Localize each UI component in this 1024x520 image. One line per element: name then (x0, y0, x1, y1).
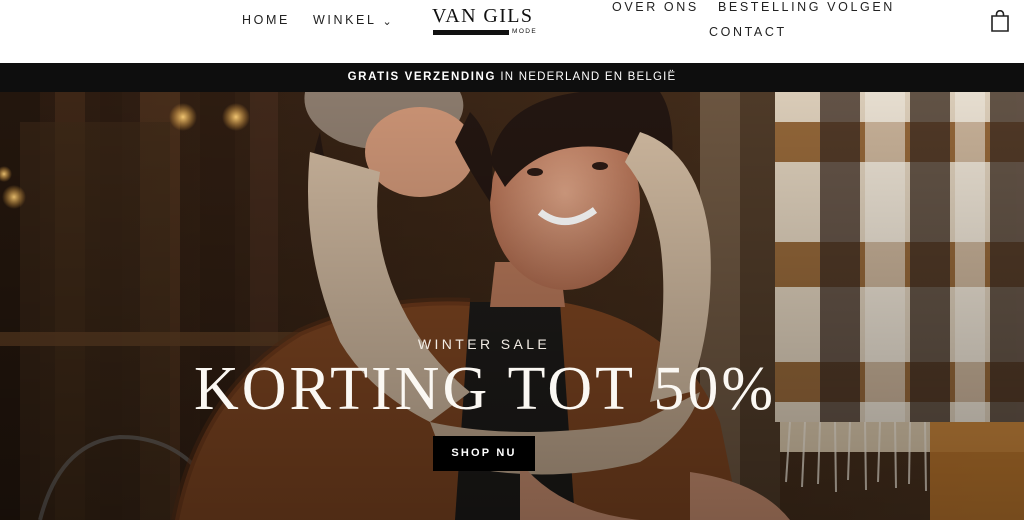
hero-kicker: WINTER SALE (417, 336, 551, 352)
nav-winkel-link[interactable]: WINKEL ⌄ (313, 13, 392, 28)
announcement-text: IN NEDERLAND EN BELGIË (496, 71, 677, 83)
nav-bestelling-volgen-link[interactable]: BESTELLING VOLGEN (718, 0, 895, 14)
nav-over-ons-link[interactable]: OVER ONS (612, 0, 699, 14)
logo-name: VAN GILS (432, 5, 534, 27)
announcement-bar: GRATIS VERZENDING IN NEDERLAND EN BELGIË (0, 63, 1024, 92)
hero-title: KORTING TOT 50% (193, 355, 777, 423)
hero-banner[interactable]: WINTER SALE KORTING TOT 50% SHOP NU (0, 92, 1024, 520)
nav-contact-link[interactable]: CONTACT (709, 25, 787, 39)
logo-bar (433, 30, 509, 35)
chevron-down-icon: ⌄ (382, 16, 392, 28)
nav-home-link[interactable]: HOME (242, 13, 290, 27)
shop-now-button[interactable]: SHOP NU (433, 436, 535, 471)
shopping-bag-icon[interactable] (990, 10, 1010, 32)
announcement-bold: GRATIS VERZENDING (347, 71, 497, 83)
nav-winkel-label: WINKEL (313, 13, 377, 27)
logo-subtitle: MODE (512, 28, 538, 35)
site-header: HOME WINKEL ⌄ VAN GILS MODE OVER ONS BEST… (0, 0, 1024, 63)
site-logo[interactable]: VAN GILS MODE (432, 5, 545, 37)
